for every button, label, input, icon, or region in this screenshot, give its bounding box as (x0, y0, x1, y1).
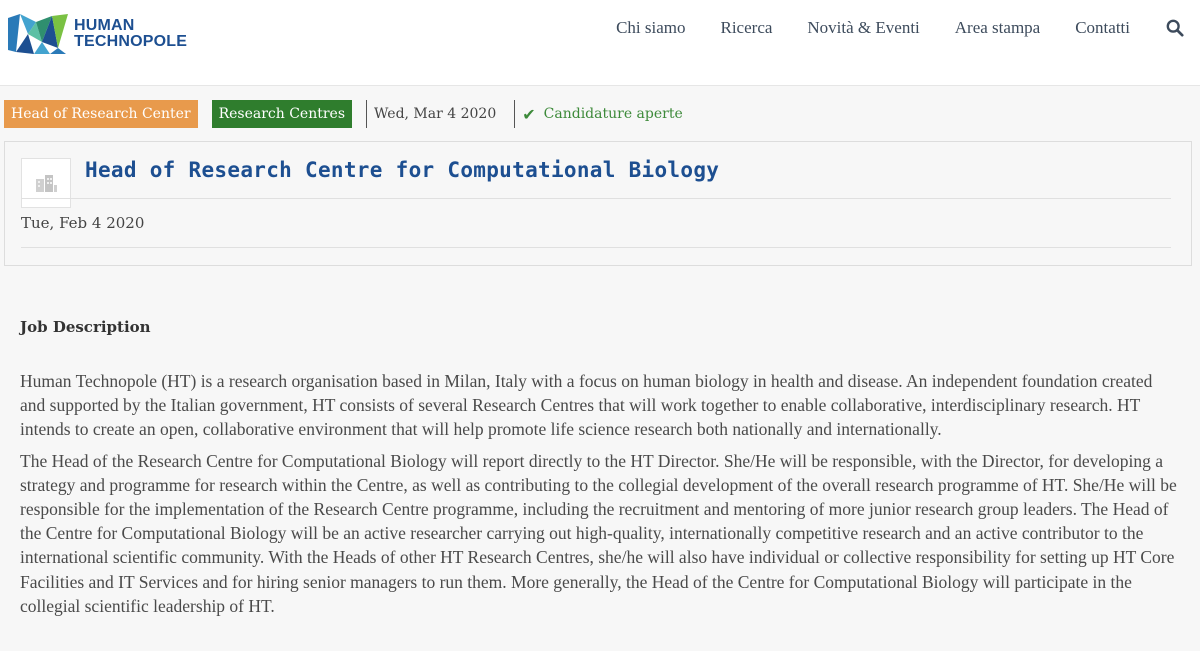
check-icon: ✔ (522, 104, 536, 124)
nav-novita-eventi[interactable]: Novità & Eventi (807, 18, 919, 38)
paragraph-role: The Head of the Research Centre for Comp… (20, 450, 1177, 616)
logo[interactable]: HUMAN TECHNOPOLE (6, 12, 196, 56)
job-card: Head of Research Centre for Computationa… (4, 141, 1192, 266)
site-header: HUMAN TECHNOPOLE Chi siamo Ricerca Novit… (0, 0, 1200, 86)
status-badge: ✔ Candidature aperte (522, 105, 683, 124)
search-icon[interactable] (1166, 19, 1184, 37)
section-heading: Job Description (20, 318, 151, 336)
status-label: Candidature aperte (543, 106, 683, 122)
thumbnail (21, 158, 71, 208)
paragraph-intro: Human Technopole (HT) is a research orga… (20, 371, 1153, 440)
posted-date: Wed, Mar 4 2020 (374, 106, 497, 122)
card-date: Tue, Feb 4 2020 (21, 214, 145, 232)
divider (21, 247, 1171, 248)
logo-text: HUMAN TECHNOPOLE (74, 18, 187, 50)
nav-contatti[interactable]: Contatti (1075, 18, 1130, 38)
logo-line1: HUMAN (74, 17, 135, 34)
logo-line2: TECHNOPOLE (74, 33, 188, 50)
building-icon (36, 175, 57, 192)
nav-ricerca[interactable]: Ricerca (721, 18, 773, 38)
nav-area-stampa[interactable]: Area stampa (955, 18, 1040, 38)
section-tag[interactable]: Research Centres (211, 100, 353, 128)
logo-icon (8, 14, 68, 54)
job-description: Job Description Human Technopole (HT) is… (20, 318, 1180, 625)
nav-chi-siamo[interactable]: Chi siamo (616, 18, 685, 38)
divider (366, 100, 368, 128)
category-tag[interactable]: Head of Research Center (4, 100, 198, 128)
divider (21, 198, 1171, 199)
main-nav: Chi siamo Ricerca Novità & Eventi Area s… (581, 18, 1184, 38)
divider (514, 100, 516, 128)
page-title: Head of Research Centre for Computationa… (85, 158, 720, 182)
tag-bar: Head of Research Center Research Centres… (4, 100, 683, 128)
